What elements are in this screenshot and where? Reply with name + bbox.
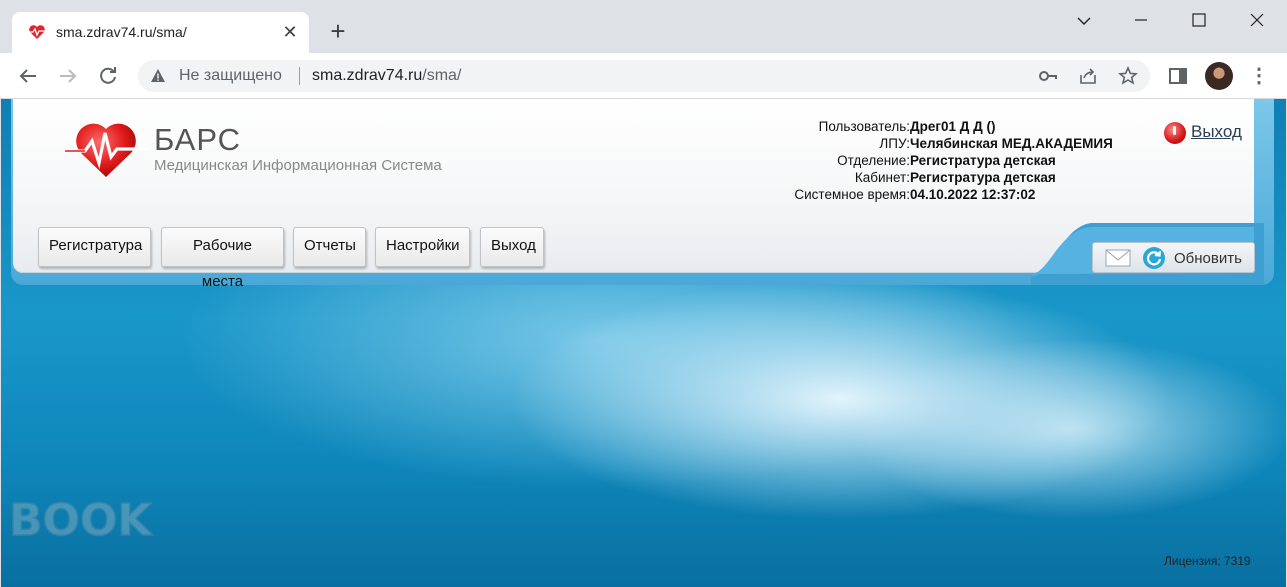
- menu-reports-button[interactable]: Отчеты: [293, 227, 366, 267]
- time-value: 04.10.2022 12:37:02: [910, 187, 1036, 202]
- warning-icon[interactable]: [150, 68, 166, 84]
- refresh-button[interactable]: Обновить: [1092, 242, 1255, 273]
- chevron-down-icon[interactable]: [1061, 6, 1107, 34]
- heart-favicon-icon: [29, 25, 45, 39]
- tab-close-icon[interactable]: ✕: [281, 23, 299, 41]
- page-viewport: БАРС Медицинская Информационная Система …: [1, 99, 1286, 587]
- new-tab-icon[interactable]: +: [326, 18, 350, 44]
- key-icon[interactable]: [1038, 66, 1058, 86]
- dept-value: Регистратура детская: [910, 153, 1056, 168]
- address-divider: [299, 67, 300, 85]
- minimize-icon[interactable]: [1118, 6, 1164, 34]
- side-panel-icon[interactable]: [1168, 66, 1188, 86]
- url-path: /sma/: [422, 67, 462, 84]
- url-host: sma.zdrav74.ru: [312, 67, 423, 84]
- menu-registratura-button[interactable]: Регистратура: [38, 227, 151, 267]
- cabinet-value: Регистратура детская: [910, 170, 1056, 185]
- star-icon[interactable]: [1118, 66, 1138, 86]
- share-icon[interactable]: [1078, 66, 1098, 86]
- user-value: Дрег01 Д Д (): [910, 119, 996, 134]
- refresh-icon[interactable]: [1142, 246, 1166, 270]
- reload-icon[interactable]: [95, 63, 121, 89]
- url-text: sma.zdrav74.ru/sma/: [312, 67, 461, 85]
- forward-arrow-icon[interactable]: [55, 63, 81, 89]
- back-arrow-icon[interactable]: [15, 63, 41, 89]
- refresh-label: Обновить: [1174, 250, 1242, 267]
- menu-settings-button[interactable]: Настройки: [375, 227, 470, 267]
- envelope-icon[interactable]: [1105, 249, 1131, 267]
- address-bar[interactable]: Не защищено sma.zdrav74.ru/sma/: [138, 60, 1150, 92]
- dept-label: Отделение:: [837, 153, 910, 168]
- close-window-icon[interactable]: [1234, 6, 1280, 34]
- lpu-value: Челябинская МЕД.АКАДЕМИЯ: [910, 136, 1113, 151]
- tab-title: sma.zdrav74.ru/sma/: [56, 24, 187, 40]
- bookup-watermark: BOOK UP: [8, 494, 167, 547]
- time-label: Системное время:: [794, 187, 910, 202]
- cabinet-label: Кабинет:: [854, 170, 910, 185]
- browser-toolbar: Не защищено sma.zdrav74.ru/sma/ ⋮: [0, 53, 1287, 99]
- logout-label[interactable]: Выход: [1191, 122, 1242, 142]
- menu-exit-button[interactable]: Выход: [480, 227, 544, 267]
- maximize-icon[interactable]: [1176, 6, 1222, 34]
- user-label: Пользователь:: [818, 119, 910, 134]
- bars-heart-logo: [65, 123, 147, 177]
- logo-title: БАРС: [154, 122, 242, 157]
- more-menu-icon[interactable]: ⋮: [1249, 65, 1269, 87]
- logo-subtitle: Медицинская Информационная Система: [154, 157, 442, 174]
- not-secure-label: Не защищено: [179, 67, 282, 84]
- menu-workplaces-button[interactable]: Рабочие места: [161, 227, 284, 290]
- svg-text:BOOK UP: BOOK UP: [9, 495, 167, 546]
- profile-avatar[interactable]: [1205, 62, 1233, 90]
- power-icon[interactable]: [1164, 122, 1186, 144]
- browser-tab-strip: sma.zdrav74.ru/sma/ ✕ +: [0, 0, 1287, 53]
- lpu-label: ЛПУ:: [879, 136, 910, 151]
- license-label: Лицензия: 7319: [1164, 554, 1251, 568]
- browser-tab[interactable]: sma.zdrav74.ru/sma/ ✕: [12, 12, 309, 53]
